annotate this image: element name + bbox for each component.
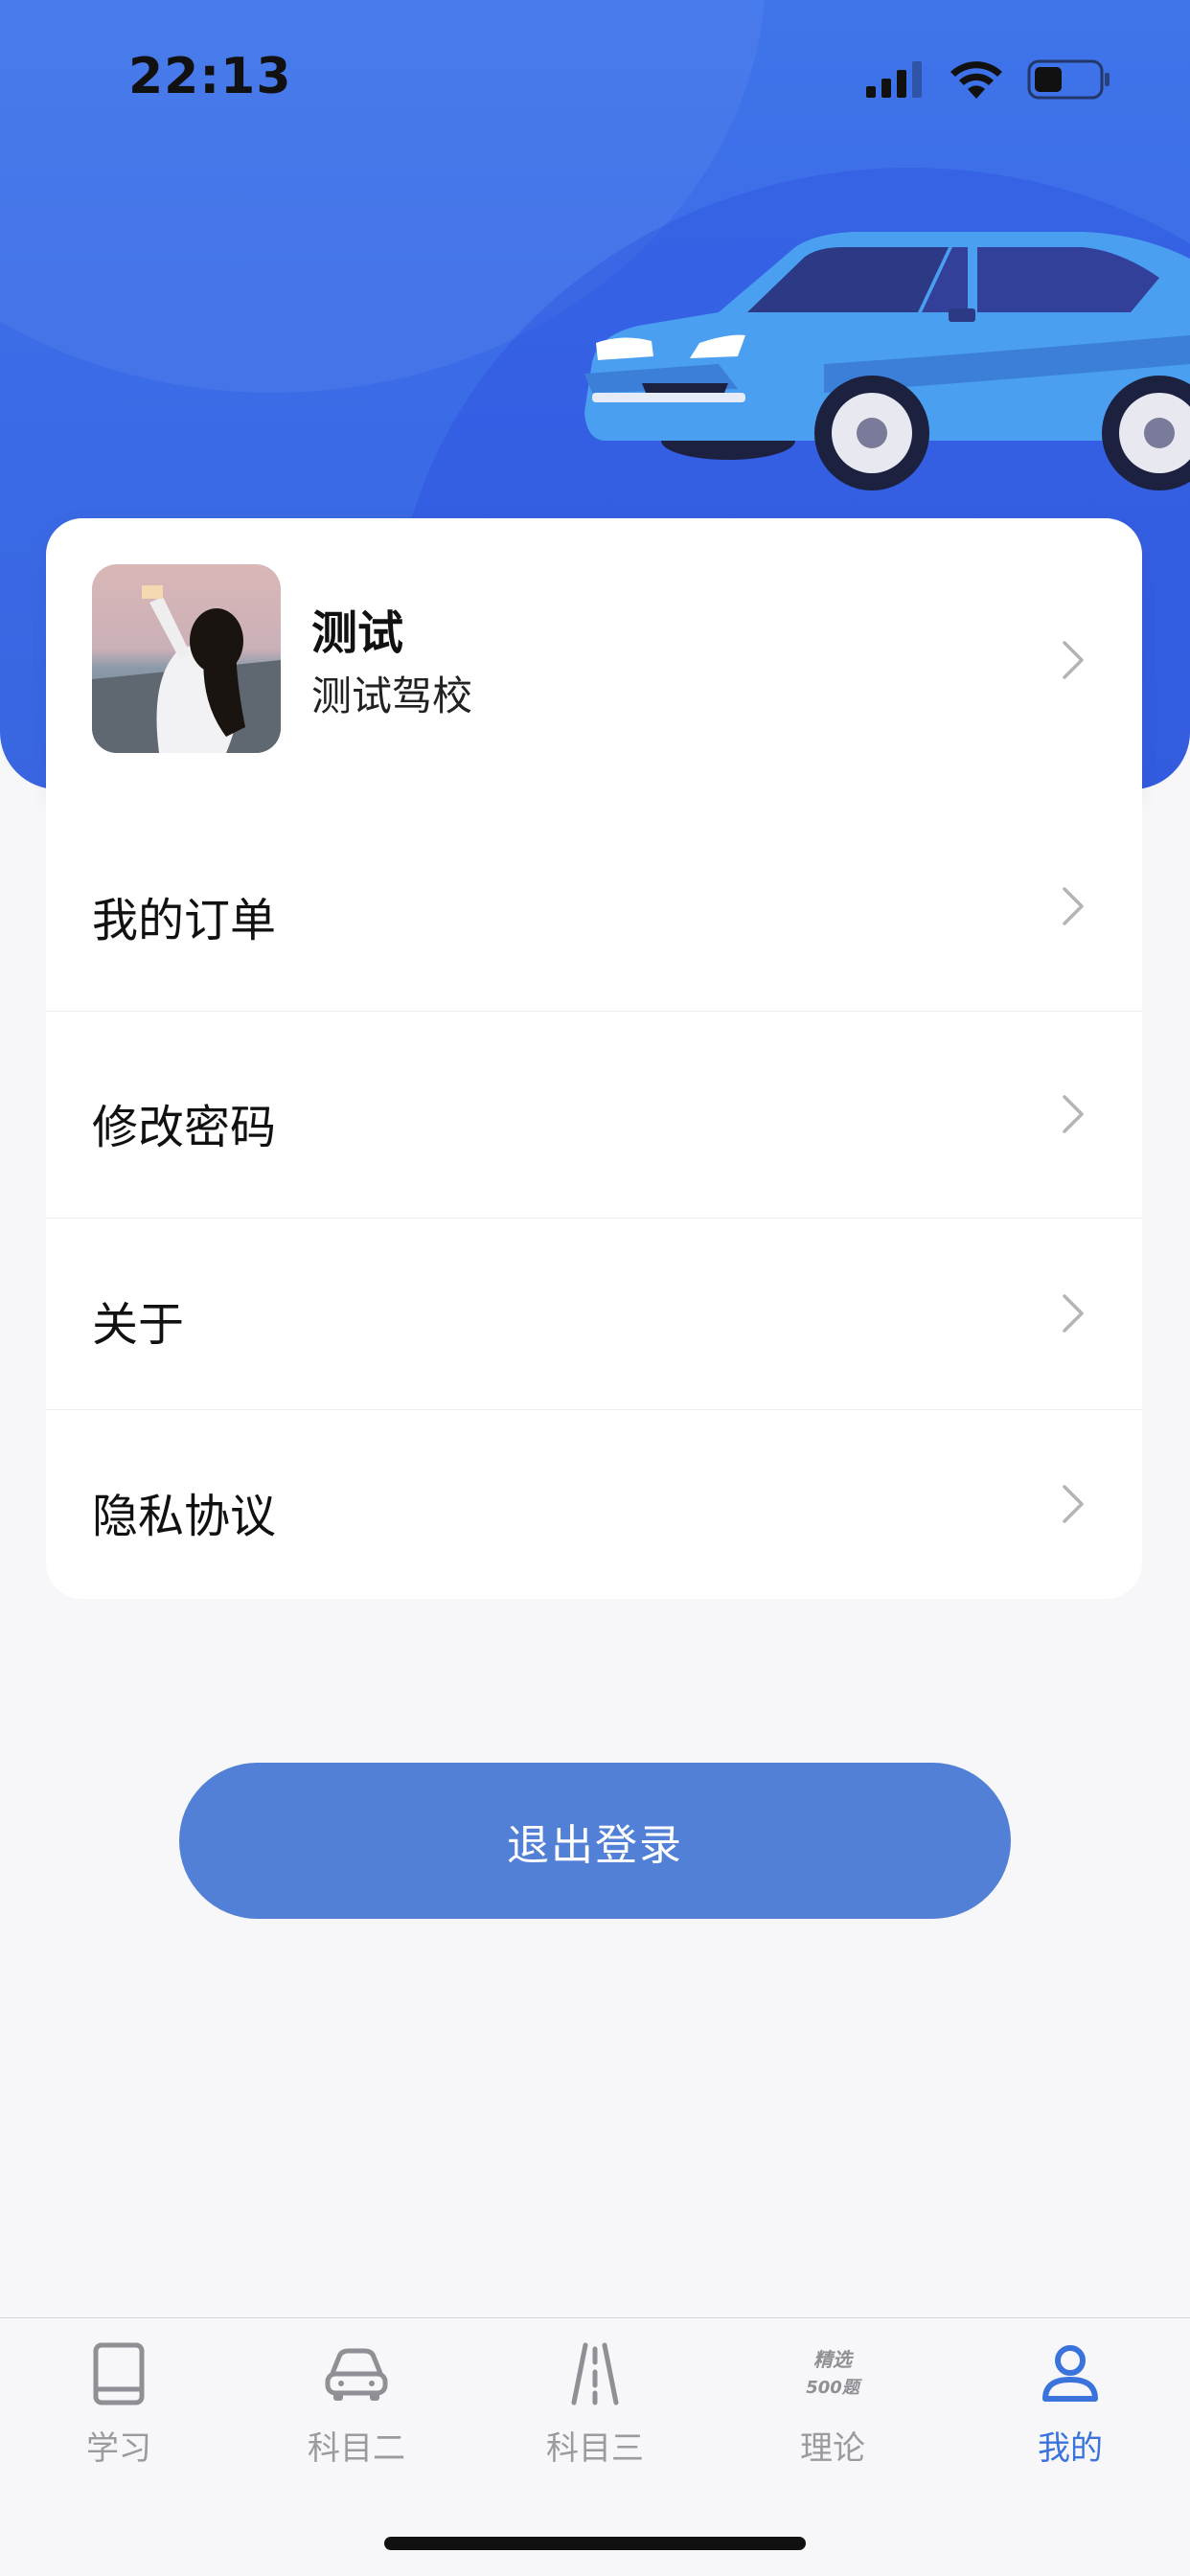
tab-label: 科目二 (308, 2429, 405, 2468)
logout-button[interactable]: 退出登录 (179, 1763, 1011, 1919)
car-illustration (584, 232, 1190, 490)
chevron-right-icon (1063, 641, 1084, 679)
profile-card[interactable]: 测试 测试驾校 (46, 518, 1142, 802)
cellular-signal-icon (866, 61, 922, 98)
menu-item-change-password[interactable]: 修改密码 (46, 1011, 1142, 1219)
battery-icon (1027, 59, 1110, 100)
menu-item-label: 我的订单 (92, 894, 277, 947)
chevron-right-icon (1063, 1095, 1084, 1133)
status-icons (866, 56, 1111, 103)
tab-subject-three[interactable]: 科目三 (476, 2318, 714, 2491)
menu-item-label: 修改密码 (92, 1101, 277, 1154)
chevron-right-icon (1063, 887, 1084, 925)
chevron-right-icon (1063, 1485, 1084, 1523)
book-icon (93, 2342, 145, 2405)
profile-name: 测试 (311, 606, 404, 660)
road-icon (571, 2342, 619, 2405)
tab-label: 科目三 (546, 2429, 644, 2468)
badge-500-icon: 精选 500题 (806, 2348, 863, 2398)
menu-item-about[interactable]: 关于 (46, 1218, 1142, 1410)
badge-line1: 精选 (813, 2348, 855, 2371)
avatar-photo (92, 564, 281, 753)
tab-mine[interactable]: 我的 (951, 2318, 1189, 2491)
tab-label: 学习 (86, 2429, 151, 2468)
home-indicator[interactable] (384, 2537, 806, 2550)
badge-line2: 500题 (806, 2378, 863, 2398)
tab-study[interactable]: 学习 (0, 2318, 238, 2491)
menu-item-label: 关于 (92, 1298, 185, 1352)
chevron-right-icon (1063, 1294, 1084, 1333)
tab-theory[interactable]: 精选 500题 理论 (714, 2318, 951, 2491)
menu-card: 我的订单 修改密码 关于 隐私协议 (46, 802, 1142, 1599)
menu-item-orders[interactable]: 我的订单 (46, 802, 1142, 1012)
car-icon (325, 2348, 388, 2401)
tab-label: 我的 (1038, 2429, 1103, 2468)
tab-subject-two[interactable]: 科目二 (238, 2318, 475, 2491)
menu-item-label: 隐私协议 (92, 1490, 277, 1543)
avatar (92, 564, 281, 753)
menu-item-privacy[interactable]: 隐私协议 (46, 1409, 1142, 1599)
status-time: 22:13 (128, 48, 292, 105)
tab-label: 理论 (800, 2429, 865, 2468)
user-icon (1042, 2345, 1098, 2402)
profile-school: 测试驾校 (311, 672, 473, 719)
wifi-icon (950, 61, 1002, 99)
